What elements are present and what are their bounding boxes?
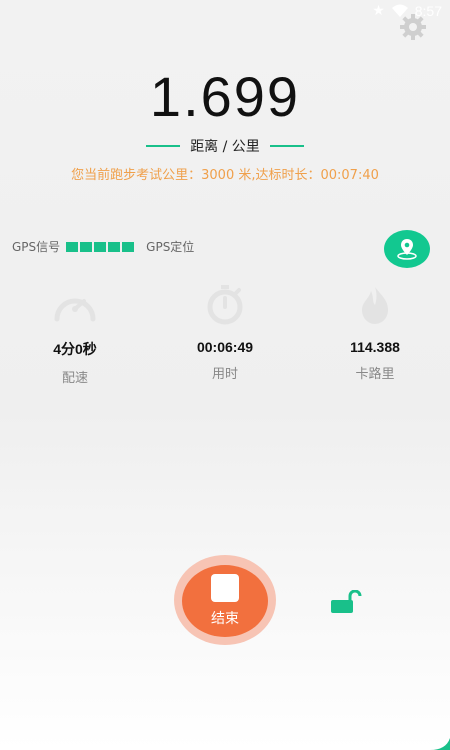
signal-bar [66,241,79,252]
exam-hint: 您当前跑步考试公里：3000 米,达标时长：00:07:40 [71,168,379,183]
locate-button[interactable] [384,230,430,268]
calorie-stat: 114.388 卡路里 [300,285,450,382]
gps-signal-label: GPS信号 [12,240,61,254]
location-pin-icon [397,239,417,260]
distance-value: 1.699 [149,65,301,128]
pace-label: 配速 [61,371,88,386]
gear-icon[interactable] [398,12,428,42]
corner-accent [430,738,450,750]
stopwatch-icon [207,285,243,325]
duration-label: 用时 [211,367,238,382]
gps-status-row: GPS信号 GPS定位 [12,238,194,255]
distance-unit-row: 距离 / 公里 [0,136,450,156]
gps-signal-bars [66,241,135,252]
end-button-label: 结束 [211,611,239,627]
duration-stat: 00:06:49 用时 [150,285,300,382]
status-bar: ★ 8:57 [0,0,450,24]
signal-bar [80,241,93,252]
pace-stat: 4分0秒 配速 [0,285,150,386]
signal-bar [122,241,135,252]
end-button[interactable]: 结束 [182,565,268,637]
signal-bar [108,241,121,252]
unlock-icon[interactable] [330,590,362,614]
gps-locate-label: GPS定位 [146,240,195,254]
pace-value: 4分0秒 [53,341,97,357]
divider-right [269,145,304,147]
calorie-label: 卡路里 [355,367,395,382]
signal-bar [94,241,107,252]
calorie-value: 114.388 [350,339,400,355]
distance-unit-label: 距离 / 公里 [190,139,260,155]
star-icon: ★ [372,3,385,19]
flame-icon [362,287,388,324]
speedometer-icon [54,298,96,322]
stop-icon [211,574,239,602]
divider-left [146,145,181,147]
duration-value: 00:06:49 [196,339,254,355]
